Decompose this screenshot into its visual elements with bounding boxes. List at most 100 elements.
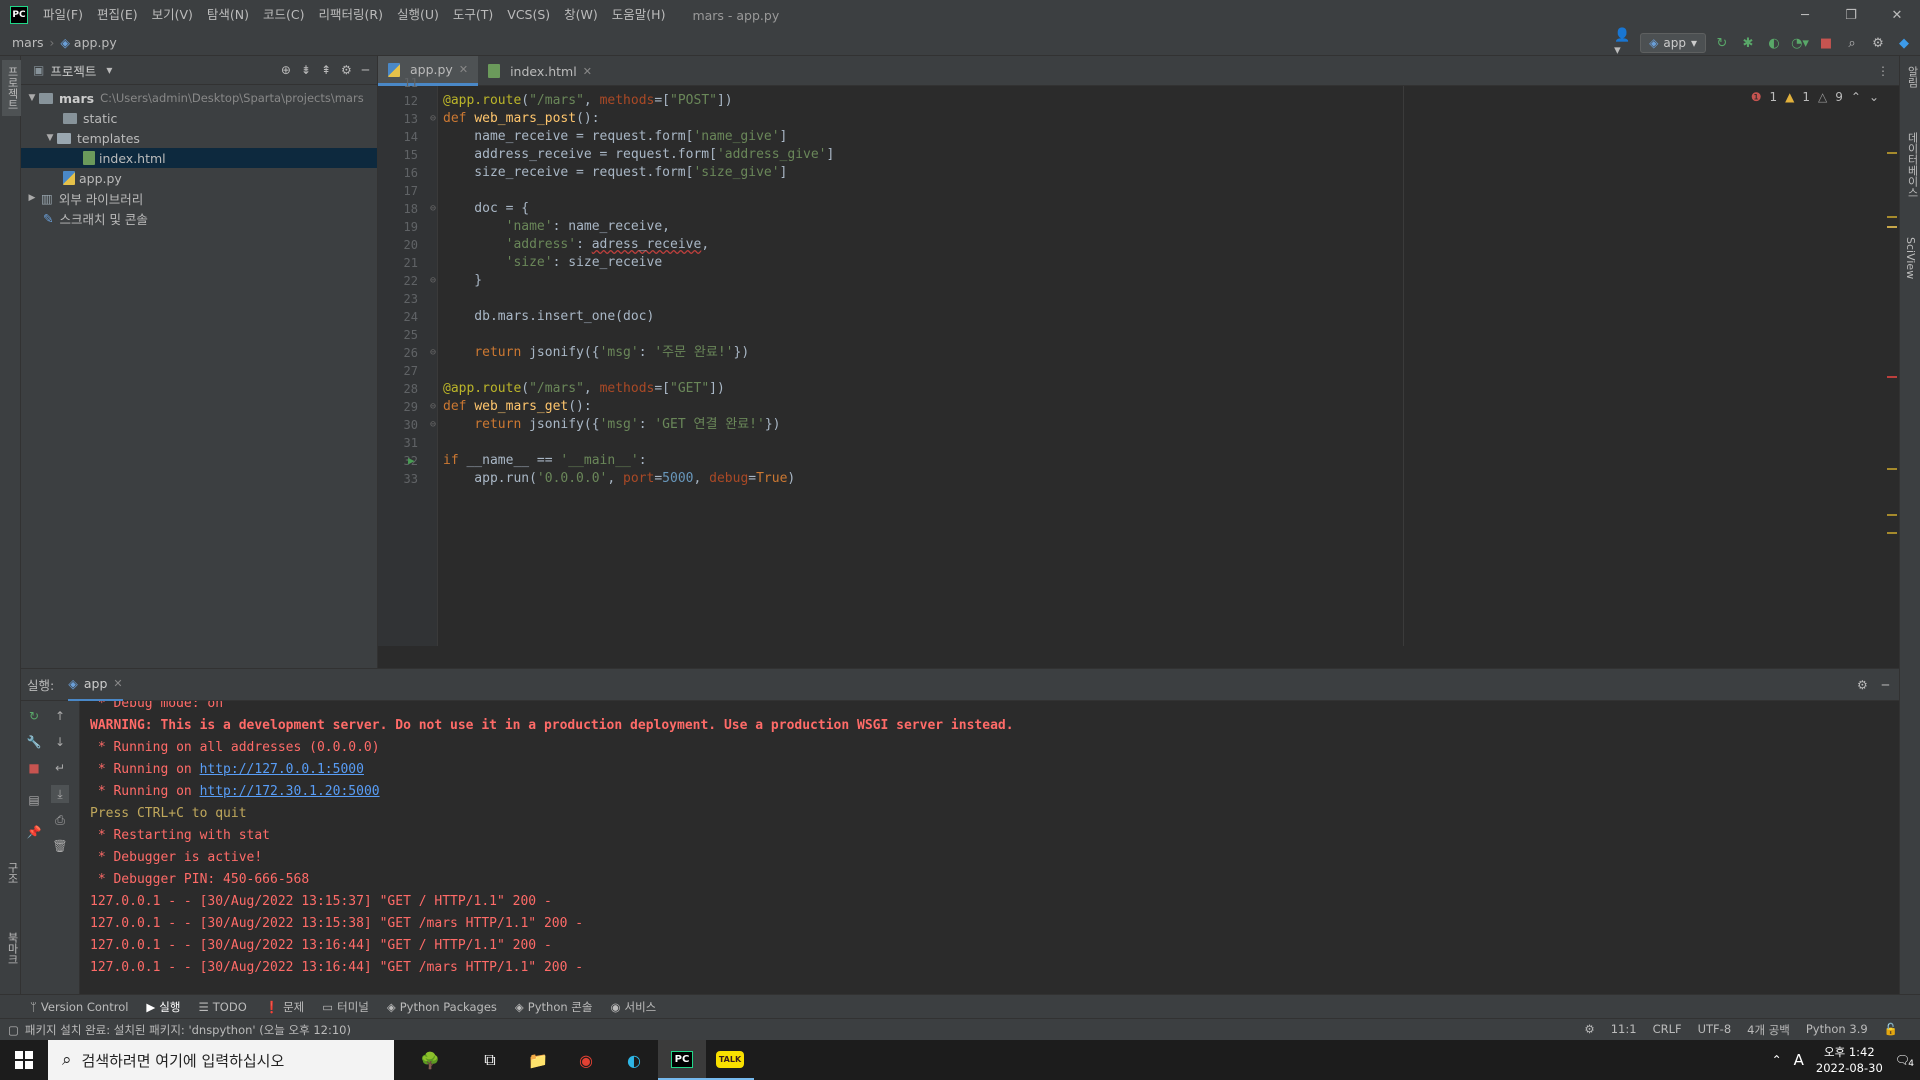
kakaotalk-icon[interactable]: TALK: [706, 1040, 754, 1080]
menu-edit[interactable]: 편집(E): [90, 0, 145, 30]
tree-item-root[interactable]: ▼ mars C:\Users\admin\Desktop\Sparta\pro…: [21, 88, 377, 108]
hide-icon[interactable]: ─: [1882, 678, 1889, 692]
inspection-widget[interactable]: ❶1 ▲ 1 △ 9 ⌃ ⌄: [1751, 90, 1879, 104]
locate-icon[interactable]: ⊕: [281, 63, 291, 77]
tree-item-external-libraries[interactable]: ▶ ▥ 외부 라이브러리: [21, 188, 377, 208]
rerun-icon[interactable]: ↻: [1712, 33, 1732, 53]
tree-item-templates[interactable]: ▼ templates: [21, 128, 377, 148]
expand-all-icon[interactable]: ⇟: [301, 63, 311, 77]
pycharm-logo-icon[interactable]: PC: [10, 6, 28, 24]
ime-indicator[interactable]: A: [1794, 1051, 1804, 1069]
stripe-mark[interactable]: [1887, 514, 1897, 516]
clock[interactable]: 오후 1:42 2022-08-30: [1816, 1044, 1883, 1076]
tool-tab-project[interactable]: 프로젝트: [2, 60, 22, 116]
tree-item-static[interactable]: static: [21, 108, 377, 128]
file-encoding[interactable]: UTF-8: [1698, 1022, 1732, 1038]
breadcrumb-file[interactable]: ◈ app.py: [54, 35, 122, 50]
project-panel-title[interactable]: 프로젝트: [50, 61, 96, 80]
tree-item-app-py[interactable]: app.py: [21, 168, 377, 188]
search-icon[interactable]: ⌕: [1842, 33, 1862, 53]
cursor-position[interactable]: 11:1: [1611, 1022, 1637, 1038]
stop-icon[interactable]: ■: [1816, 33, 1836, 53]
stop-icon[interactable]: ■: [25, 759, 43, 777]
panel-toggle-icon[interactable]: ▢: [8, 1023, 19, 1037]
menu-run[interactable]: 실행(U): [390, 0, 446, 30]
pycharm-taskbar-icon[interactable]: PC: [658, 1040, 706, 1080]
tool-tab-version-control[interactable]: ᛘ Version Control: [30, 1000, 128, 1014]
close-icon[interactable]: ✕: [113, 677, 122, 690]
stripe-mark[interactable]: [1887, 152, 1897, 154]
task-view-icon[interactable]: ⧉: [466, 1040, 514, 1080]
profile-icon[interactable]: ◔▾: [1790, 33, 1810, 53]
debug-icon[interactable]: ✱: [1738, 33, 1758, 53]
menu-vcs[interactable]: VCS(S): [500, 0, 557, 30]
run-config-selector[interactable]: ◈ app ▾: [1640, 33, 1706, 53]
chevron-down-icon[interactable]: ▼: [25, 93, 39, 103]
chevron-down-icon[interactable]: ▾: [106, 63, 112, 77]
edge-icon[interactable]: ◐: [610, 1040, 658, 1080]
tool-tab-todo[interactable]: ☰ TODO: [198, 1000, 246, 1014]
coverage-icon[interactable]: ◐: [1764, 33, 1784, 53]
stripe-mark[interactable]: [1887, 216, 1897, 218]
tool-tab-database[interactable]: 데이터베이스: [1902, 126, 1920, 204]
jetbrains-toolbox-icon[interactable]: ◆: [1894, 33, 1914, 53]
print-icon[interactable]: ⎙: [51, 811, 69, 829]
tool-tab-bookmarks[interactable]: 북마크: [2, 926, 22, 971]
chrome-icon[interactable]: ◉: [562, 1040, 610, 1080]
search-highlight-image[interactable]: 🌳: [394, 1040, 466, 1080]
menu-tools[interactable]: 도구(T): [446, 0, 500, 30]
hide-icon[interactable]: ─: [362, 63, 369, 77]
collapse-all-icon[interactable]: ⇞: [321, 63, 331, 77]
chevron-right-icon[interactable]: ▶: [25, 193, 39, 203]
settings-icon[interactable]: ⚙: [1868, 33, 1888, 53]
gear-icon[interactable]: ⚙: [1857, 678, 1868, 692]
breadcrumb-project[interactable]: mars: [0, 35, 50, 50]
tool-tab-python-packages[interactable]: ◈ Python Packages: [387, 1000, 497, 1014]
stripe-mark[interactable]: [1887, 226, 1897, 228]
trash-icon[interactable]: 🗑: [51, 837, 69, 855]
line-separator[interactable]: CRLF: [1653, 1022, 1682, 1038]
menu-window[interactable]: 창(W): [557, 0, 605, 30]
tool-tab-python-console[interactable]: ◈ Python 콘솔: [515, 999, 593, 1015]
tool-tab-terminal[interactable]: ▭ 터미널: [322, 999, 369, 1015]
up-arrow-icon[interactable]: ↑: [51, 707, 69, 725]
tree-item-index-html[interactable]: index.html: [21, 148, 377, 168]
chevron-up-icon[interactable]: ⌃: [1772, 1053, 1782, 1067]
tree-item-scratches[interactable]: ✎ 스크래치 및 콘솔: [21, 208, 377, 228]
menu-help[interactable]: 도움말(H): [605, 0, 673, 30]
error-stripe[interactable]: [1885, 86, 1899, 646]
file-explorer-icon[interactable]: 📁: [514, 1040, 562, 1080]
tool-tab-run[interactable]: ▶ 실행: [146, 999, 180, 1015]
code-line[interactable]: 33 app.run('0.0.0.0', port=5000, debug=T…: [378, 468, 1899, 490]
tool-tab-structure[interactable]: 구조: [2, 856, 22, 890]
next-highlight-icon[interactable]: ⌄: [1869, 90, 1879, 104]
menu-view[interactable]: 보기(V): [145, 0, 200, 30]
chevron-down-icon[interactable]: ▼: [43, 133, 57, 143]
stripe-mark[interactable]: [1887, 468, 1897, 470]
minimize-icon[interactable]: ─: [1782, 0, 1828, 30]
previous-highlight-icon[interactable]: ⌃: [1851, 90, 1861, 104]
tool-tab-sciview[interactable]: SciView: [1902, 231, 1919, 285]
scroll-to-end-icon[interactable]: ⤓: [51, 785, 69, 803]
stripe-mark[interactable]: [1887, 532, 1897, 534]
close-icon[interactable]: ✕: [1874, 0, 1920, 30]
line-number[interactable]: 33: [378, 468, 418, 490]
lock-icon[interactable]: 🔓: [1884, 1022, 1898, 1038]
status-message[interactable]: 패키지 설치 완료: 설치된 패키지: 'dnspython' (오늘 오후 1…: [25, 1022, 351, 1038]
rerun-icon[interactable]: ↻: [25, 707, 43, 725]
gear-icon[interactable]: ⚙: [341, 63, 352, 77]
run-tab-app[interactable]: ◈ app ✕: [68, 669, 123, 701]
menu-file[interactable]: 파일(F): [36, 0, 90, 30]
soft-wrap-icon[interactable]: ↵: [51, 759, 69, 777]
indent-setting[interactable]: 4개 공백: [1747, 1022, 1790, 1038]
windows-start-icon[interactable]: [0, 1040, 48, 1080]
menu-code[interactable]: 코드(C): [256, 0, 311, 30]
stripe-mark[interactable]: [1887, 376, 1897, 378]
menu-refactor[interactable]: 리팩터링(R): [312, 0, 390, 30]
console-link[interactable]: http://127.0.0.1:5000: [200, 762, 364, 777]
python-interpreter[interactable]: Python 3.9: [1806, 1022, 1868, 1038]
console-link[interactable]: http://172.30.1.20:5000: [200, 784, 380, 799]
down-arrow-icon[interactable]: ↓: [51, 733, 69, 751]
tool-tab-notifications[interactable]: 알림: [1902, 60, 1920, 94]
taskbar-search-box[interactable]: ⌕ 검색하려면 여기에 입력하십시오: [48, 1040, 394, 1080]
